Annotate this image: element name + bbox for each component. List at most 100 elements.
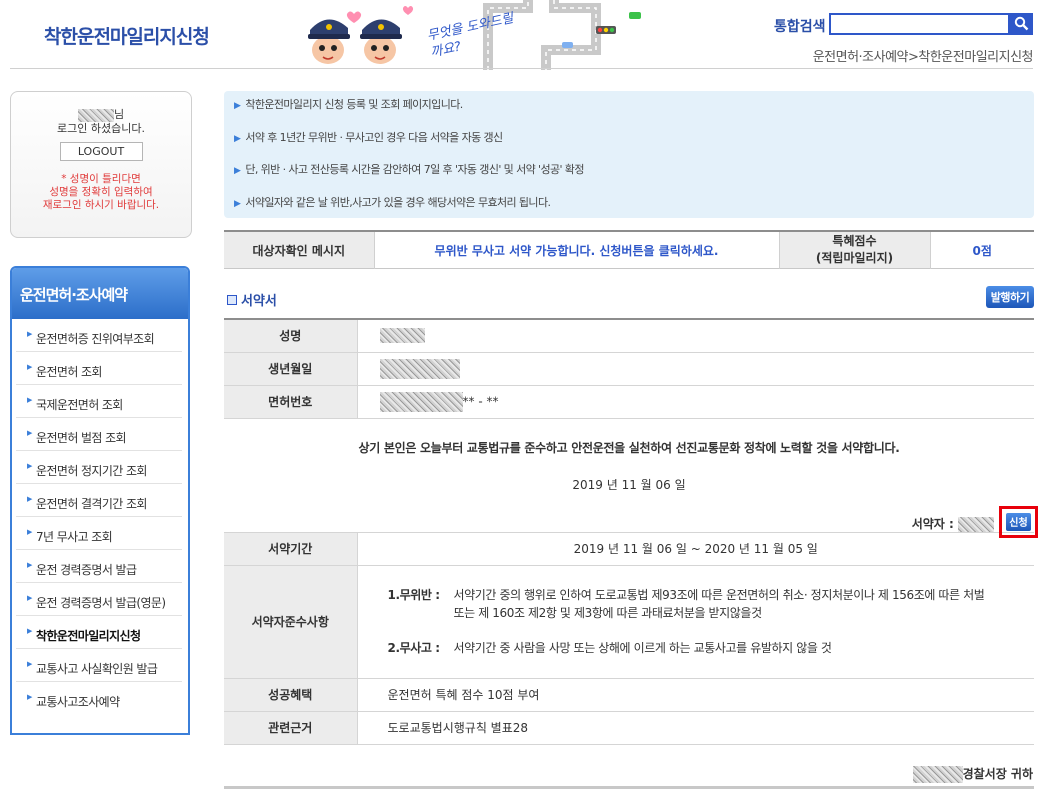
notice-text: 단, 위반 · 사고 전산등록 시간을 감안하여 7일 후 '자동 갱신' 및 … (245, 163, 584, 176)
score-label-line: 특혜점수 (832, 234, 877, 248)
birth-label: 생년월일 (224, 352, 358, 386)
period-label: 서약기간 (224, 532, 358, 566)
login-warning-line: 재로그인 하시기 바랍니다. (42, 199, 160, 211)
sidebar: 운전면허·조사예약 ▶ 운전면허증 진위여부조회 ▶ 운전면허 조회 ▶ 국제운전면허… (10, 266, 190, 735)
rules-cell: 1.무위반 : 서약기간 중의 행위로 인하여 도로교통법 제93조에 따른 운… (357, 565, 1035, 679)
sidebar-item-7year-no-accident[interactable]: ▶ 7년 무사고 조회 (16, 517, 182, 550)
eligibility-status-table: 대상자확인 메시지 무위반 무사고 서약 가능합니다. 신청버튼을 클릭하세요.… (224, 230, 1034, 269)
chevron-right-icon: ▶ (27, 627, 32, 635)
header-divider (10, 68, 1033, 69)
triangle-bullet-icon: ▶ (234, 198, 241, 209)
notice-item: ▶ 서약 후 1년간 무위반 · 무사고인 경우 다음 서약을 자동 갱신 (224, 131, 1034, 164)
logout-button[interactable]: LOGOUT (59, 142, 143, 161)
masked-birthdate (379, 358, 460, 379)
benefit-value: 운전면허 특혜 점수 10점 부여 (357, 678, 1034, 712)
issue-button[interactable]: 발행하기 (986, 286, 1034, 308)
chevron-right-icon: ▶ (27, 528, 32, 536)
sidebar-item-intl-license[interactable]: ▶ 국제운전면허 조회 (16, 385, 182, 418)
section-title-text: 서약서 (241, 294, 277, 309)
rule-key: 1.무위반 : (387, 588, 441, 602)
notice-text: 서약 후 1년간 무위반 · 무사고인 경우 다음 서약을 자동 갱신 (245, 130, 503, 144)
birth-value (357, 352, 1034, 386)
masked-user-name (77, 108, 114, 122)
notice-item: ▶ 착한운전마일리지 신청 등록 및 조회 페이지입니다. (224, 98, 1034, 131)
sidebar-item-label: 운전면허 정지기간 조회 (36, 464, 147, 478)
sidebar-item-label: 운전 경력증명서 발급(영문) (36, 596, 166, 610)
login-warning: * 성명이 틀리다면 성명을 정확히 입력하여 재로그인 하시기 바랍니다. (11, 173, 191, 212)
rule-key: 2.무사고 : (387, 641, 441, 655)
triangle-bullet-icon: ▶ (234, 101, 241, 111)
sidebar-item-label: 7년 무사고 조회 (36, 530, 113, 544)
chevron-right-icon: ▶ (27, 594, 32, 602)
sidebar-item-license-authenticity[interactable]: ▶ 운전면허증 진위여부조회 (16, 319, 182, 352)
sidebar-item-label: 국제운전면허 조회 (36, 398, 123, 412)
pledge-date: 2019 년 11 월 06 일 (572, 477, 686, 492)
footer-sign: 경찰서장 귀하 (912, 765, 1033, 783)
chevron-right-icon: ▶ (27, 495, 32, 503)
rule-item: 2.무사고 : 서약기간 중 사람을 사망 또는 상해에 이르게 하는 교통사고… (388, 639, 1035, 657)
license-value: ** - ** (357, 385, 1034, 419)
chevron-right-icon: ▶ (27, 462, 32, 470)
login-name-suffix: 님 (113, 108, 125, 121)
sidebar-item-label: 운전면허증 진위여부조회 (36, 332, 155, 346)
footer-sign-text: 경찰서장 귀하 (962, 767, 1033, 781)
square-bullet-icon (227, 295, 237, 305)
status-message: 무위반 무사고 서약 가능합니다. 신청버튼을 클릭하세요. (373, 231, 779, 269)
basis-value: 도로교통법시행규칙 별표28 (357, 711, 1034, 745)
page-title: 착한운전마일리지신청 (44, 26, 210, 48)
rule-text: 서약기간 중 사람을 사망 또는 상해에 이르게 하는 교통사고를 유발하지 않… (453, 641, 832, 655)
search-label: 통합검색 (774, 19, 826, 35)
pledge-statement: 상기 본인은 오늘부터 교통법규를 준수하고 안전운전을 실천하여 선진교통문화… (358, 440, 900, 455)
sidebar-item-disqualification-period[interactable]: ▶ 운전면허 결격기간 조회 (16, 484, 182, 517)
license-suffix: ** - ** (462, 394, 499, 408)
login-warning-line: * 성명이 틀리다면 (61, 173, 141, 185)
chevron-right-icon: ▶ (27, 396, 32, 404)
login-box: 님 로그인 하셨습니다. LOGOUT * 성명이 틀리다면 성명을 정확히 입… (10, 91, 192, 238)
login-user-line: 님 (11, 108, 191, 122)
search-button[interactable] (1010, 13, 1033, 35)
apply-button-highlight: 신청 (999, 505, 1038, 538)
sidebar-item-driving-record-english[interactable]: ▶ 운전 경력증명서 발급(영문) (16, 583, 182, 616)
sidebar-item-label: 운전면허 결격기간 조회 (36, 497, 147, 511)
chevron-right-icon: ▶ (27, 660, 32, 668)
rules-label: 서약자준수사항 (224, 565, 358, 679)
masked-signer-name (958, 516, 994, 532)
sidebar-item-label: 교통사고 사실확인원 발급 (36, 662, 158, 676)
license-label: 면허번호 (224, 385, 358, 419)
sidebar-item-suspension-period[interactable]: ▶ 운전면허 정지기간 조회 (16, 451, 182, 484)
sidebar-item-accident-investigation[interactable]: ▶ 교통사고조사예약 (16, 682, 182, 715)
sidebar-item-label: 교통사고조사예약 (36, 695, 120, 709)
triangle-bullet-icon: ▶ (234, 133, 241, 144)
score-value: 0점 (929, 231, 1034, 269)
sidebar-item-label: 운전면허 벌점 조회 (36, 431, 127, 445)
masked-station-name (912, 766, 963, 783)
chevron-right-icon: ▶ (27, 330, 32, 338)
sidebar-item-penalty-points[interactable]: ▶ 운전면허 벌점 조회 (16, 418, 182, 451)
notice-box: ▶ 착한운전마일리지 신청 등록 및 조회 페이지입니다. ▶ 서약 후 1년간 무… (224, 91, 1034, 218)
search-input[interactable] (829, 13, 1010, 35)
sidebar-item-license-lookup[interactable]: ▶ 운전면허 조회 (16, 352, 182, 385)
login-warning-line: 성명을 정확히 입력하여 (49, 186, 153, 198)
sidebar-list: ▶ 운전면허증 진위여부조회 ▶ 운전면허 조회 ▶ 국제운전면허 조회 ▶ 운전면허 … (12, 319, 188, 715)
search-icon (1014, 16, 1029, 31)
sidebar-item-driving-record[interactable]: ▶ 운전 경력증명서 발급 (16, 550, 182, 583)
header-banner: 무엇을 도와드릴까요? (296, 0, 656, 70)
masked-license-number (379, 391, 463, 412)
name-value (357, 319, 1034, 353)
score-label: 특혜점수 (적립마일리지) (778, 231, 930, 269)
rule-text: 서약기간 중의 행위로 인하여 도로교통법 제93조에 따른 운전면허의 취소·… (453, 588, 985, 620)
sidebar-item-label: 운전 경력증명서 발급 (36, 563, 137, 577)
chevron-right-icon: ▶ (27, 561, 32, 569)
triangle-bullet-icon: ▶ (234, 166, 241, 176)
sidebar-item-label: 착한운전마일리지신청 (36, 629, 141, 643)
sidebar-item-accident-certificate[interactable]: ▶ 교통사고 사실확인원 발급 (16, 649, 182, 682)
notice-item: ▶ 단, 위반 · 사고 전산등록 시간을 감안하여 7일 후 '자동 갱신' 및… (224, 163, 1034, 196)
rule-item: 1.무위반 : 서약기간 중의 행위로 인하여 도로교통법 제93조에 따른 운… (388, 586, 1035, 622)
notice-text: 서약일자와 같은 날 위반,사고가 있을 경우 해당서약은 무효처리 됩니다. (245, 195, 551, 209)
sidebar-item-good-driving-mileage[interactable]: ▶ 착한운전마일리지신청 (16, 616, 182, 649)
pledge-statement-cell: 상기 본인은 오늘부터 교통법규를 준수하고 안전운전을 실천하여 선진교통문화… (224, 418, 1038, 538)
footer-divider (224, 786, 1034, 789)
pledge-table: 성명 생년월일 면허번호 ** - ** 상기 본인은 오늘부터 교통법규를 준… (224, 318, 1038, 745)
apply-button[interactable]: 신청 (1006, 512, 1031, 531)
status-label: 대상자확인 메시지 (224, 231, 374, 269)
